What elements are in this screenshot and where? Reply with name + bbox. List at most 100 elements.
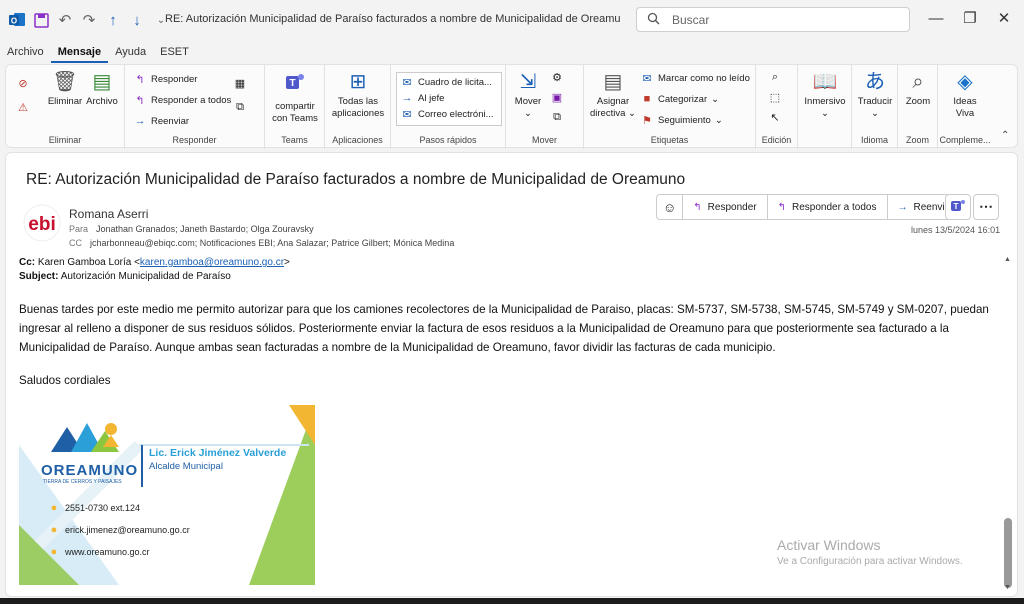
cc-recipients[interactable]: jcharbonneau@ebiqc.com; Notificaciones E…: [90, 238, 454, 248]
immersive-reader-button[interactable]: 📖 Inmersivo ⌄: [800, 71, 850, 120]
group-label-idioma: Idioma: [860, 135, 888, 145]
archive-button[interactable]: ▤ Archivo: [84, 71, 120, 108]
menu-eset[interactable]: ESET: [153, 43, 196, 63]
sender-name[interactable]: Romana Aserri: [69, 207, 148, 221]
taskbar: [0, 598, 1024, 604]
menu-mensaje[interactable]: Mensaje: [50, 43, 109, 63]
up-arrow-icon[interactable]: ↑: [104, 11, 122, 29]
move-button[interactable]: ⇲ Mover ⌄: [509, 71, 547, 120]
minimize-icon[interactable]: —: [922, 8, 950, 30]
group-label-apps: Aplicaciones: [332, 135, 383, 145]
redo-icon[interactable]: ↷: [80, 11, 98, 29]
categorize-button[interactable]: ■ Categorizar ⌄: [640, 93, 719, 105]
quoted-subject: Autorización Municipalidad de Paraíso: [60, 271, 231, 282]
magnifier-icon: ⌕: [912, 71, 924, 93]
svg-text:T: T: [954, 202, 959, 211]
junk-icon[interactable]: ⚠: [16, 101, 30, 114]
scrollbar-thumb[interactable]: [1004, 518, 1012, 588]
all-apps-button[interactable]: ⊞ Todas las aplicaciones: [329, 71, 387, 120]
ignore-icon[interactable]: ⊘: [16, 77, 30, 90]
find-icon[interactable]: ⌕: [768, 71, 782, 84]
group-eliminar: ⊘ ⚠ 🗑 Eliminar ▤ Archivo Eliminar: [6, 65, 125, 149]
signature-divider: [141, 445, 143, 487]
activate-windows-title: Activar Windows: [777, 537, 881, 553]
more-respond-icon[interactable]: ⧉: [233, 101, 247, 114]
menu-archivo[interactable]: Archivo: [0, 43, 51, 63]
reply-all-icon: ↰: [135, 95, 145, 107]
message-date: lunes 13/5/2024 16:01: [911, 225, 1001, 235]
scrollbar[interactable]: ▲ ▼: [1004, 256, 1012, 591]
viva-insights-icon: ◈: [957, 71, 973, 93]
reply-all-button[interactable]: ↰ Responder a todos: [133, 94, 231, 107]
forward-icon: →: [134, 115, 146, 127]
reply-button[interactable]: ↰ Responder: [133, 73, 197, 86]
quick-step-1[interactable]: ✉ Cuadro de licita...: [400, 76, 492, 89]
onenote-icon[interactable]: ▣: [550, 91, 564, 104]
globe-icon: ●: [50, 546, 58, 558]
group-label-zoom: Zoom: [905, 135, 929, 145]
menu-ayuda[interactable]: Ayuda: [108, 43, 153, 63]
activate-windows-text: Ve a Configuración para activar Windows.: [777, 556, 963, 567]
quick-step-3[interactable]: ✉ Correo electróni...: [400, 108, 493, 121]
rules-icon[interactable]: ⚙: [550, 71, 564, 84]
signature-email[interactable]: ● erick.jimenez@oreamuno.go.cr: [47, 524, 190, 536]
move-icon: ⇲: [519, 71, 537, 93]
mark-unread-button[interactable]: ✉ Marcar como no leído: [640, 72, 749, 85]
down-arrow-icon[interactable]: ↓: [128, 11, 146, 29]
close-icon[interactable]: ✕: [990, 8, 1018, 30]
followup-button[interactable]: ⚑ Seguimiento ⌄: [640, 114, 723, 127]
quoted-cc-name: Karen Gamboa Loría <: [37, 257, 140, 268]
reply-icon: ↰: [693, 201, 702, 213]
scroll-up-icon[interactable]: ▲: [1004, 256, 1011, 263]
search-placeholder: Buscar: [672, 12, 710, 27]
search-box[interactable]: Buscar: [636, 7, 910, 32]
quick-step-2[interactable]: → Al jefe: [400, 92, 445, 104]
translate-button[interactable]: あ Traducir ⌄: [854, 71, 896, 120]
scroll-down-icon[interactable]: ▼: [1004, 584, 1011, 591]
svg-text:ebi: ebi: [28, 214, 55, 235]
delete-button[interactable]: 🗑 Eliminar: [46, 71, 84, 108]
reply-action-button[interactable]: ↰ Responder: [682, 195, 766, 219]
viva-insights-button[interactable]: ◈ Ideas Viva: [940, 71, 990, 120]
org-tagline: TIERRA DE CERROS Y PAISAJES: [43, 479, 122, 485]
body-paragraph: Buenas tardes por este medio me permito …: [19, 303, 989, 354]
to-recipients[interactable]: Jonathan Granados; Janeth Bastardo; Olga…: [96, 224, 314, 234]
forward-button[interactable]: → Reenviar: [133, 115, 190, 127]
signature-web[interactable]: ● www.oreamuno.go.cr: [47, 546, 150, 558]
select-icon[interactable]: ⬚: [768, 91, 782, 104]
teams-action-button[interactable]: T: [945, 194, 971, 220]
quoted-subject-label: Subject:: [19, 271, 59, 282]
quoted-cc-email-link[interactable]: karen.gamboa@oreamuno.go.cr: [140, 257, 284, 268]
quoted-cc-label: Cc:: [19, 257, 36, 268]
email-icon: ●: [50, 524, 58, 536]
emoji-reaction-button[interactable]: ☺: [657, 195, 682, 219]
ribbon-collapse-icon[interactable]: ⌃: [1001, 130, 1009, 141]
maximize-icon[interactable]: ❐: [956, 8, 984, 30]
zoom-button[interactable]: ⌕ Zoom: [900, 71, 936, 108]
meeting-icon[interactable]: ▦: [233, 77, 247, 90]
reply-icon: ↰: [135, 74, 145, 86]
signer-role: Alcalde Municipal: [149, 461, 223, 472]
immersive-reader-icon: 📖: [812, 71, 838, 93]
group-label-quick-steps: Pasos rápidos: [419, 135, 477, 145]
title-bar: O ↶ ↷ ↑ ↓ ⌄ RE: Autorización Municipalid…: [0, 0, 1024, 40]
share-teams-button[interactable]: T compartir con Teams: [269, 71, 321, 125]
quoted-cc-end: >: [284, 257, 290, 268]
more-options-button[interactable]: ⋯: [973, 194, 999, 220]
undo-icon[interactable]: ↶: [56, 11, 74, 29]
cursor-icon[interactable]: ↖: [768, 111, 782, 124]
svg-text:O: O: [11, 17, 17, 26]
save-icon[interactable]: [32, 11, 50, 29]
closing: Saludos cordiales: [19, 374, 111, 387]
reply-all-icon: ↰: [777, 201, 786, 213]
reply-all-action-button[interactable]: ↰ Responder a todos: [766, 195, 887, 219]
actions-icon[interactable]: ⧉: [550, 111, 564, 124]
assign-policy-button[interactable]: ▤ Asignar directiva ⌄: [590, 71, 636, 120]
signer-name: Lic. Erick Jiménez Valverde: [149, 447, 287, 459]
quick-steps-gallery: ✉ Cuadro de licita... → Al jefe ✉ Correo el…: [396, 72, 502, 126]
archive-icon: ▤: [92, 71, 112, 93]
group-idioma: あ Traducir ⌄ Idioma: [852, 65, 898, 149]
to-label: Para: [69, 224, 89, 234]
flag-icon: ⚑: [642, 115, 652, 127]
envelope-icon: ✉: [642, 73, 652, 85]
